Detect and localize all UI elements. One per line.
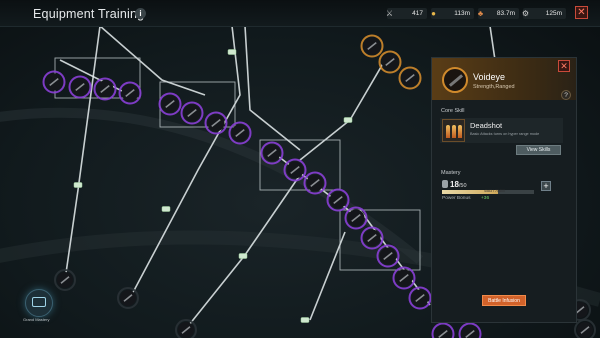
mastery-level-value: 18 [450, 180, 459, 189]
gold-icon: ● [431, 9, 436, 18]
resource-weapons-value: 417 [412, 10, 423, 17]
tree-path [244, 25, 301, 151]
resource-food-value: 83.7m [496, 10, 515, 17]
food-icon: ♣ [477, 9, 484, 18]
skill-name: Deadshot [470, 121, 503, 130]
gear-icon: ⚙ [521, 9, 530, 18]
info-icon[interactable]: i [135, 8, 146, 19]
connector-marker [161, 206, 171, 212]
view-skills-button[interactable]: View Skills [516, 145, 561, 155]
tree-path [299, 54, 389, 161]
mastery-progress-text: 4583 / 75400 [484, 189, 505, 193]
tree-path [184, 174, 301, 331]
grand-mastery-label: Grand Mastery [23, 317, 50, 322]
resource-gear-value: 125m [545, 10, 562, 17]
core-skill-label: Core Skill [441, 108, 465, 114]
battle-infusion-button[interactable]: Battle Infusion [482, 295, 526, 306]
skill-description: Basic Attacks turns on hyper range mode [470, 132, 540, 136]
resource-gold: ● 113m [431, 8, 474, 19]
help-icon[interactable]: ? [561, 90, 571, 100]
connector-marker [300, 317, 310, 323]
tree-path [99, 25, 206, 96]
resource-gear: ⚙ 125m [521, 8, 566, 19]
connector-marker [227, 49, 237, 55]
mastery-icon [442, 180, 448, 188]
resource-food: ♣ 83.7m [478, 8, 519, 19]
top-bar: Equipment Training i ⚔ 417 ● 113m ♣ 83.7… [0, 0, 600, 27]
training-map: Equipment Training i ⚔ 417 ● 113m ♣ 83.7… [0, 0, 600, 338]
weapon-name: Voideye [473, 72, 506, 82]
add-mastery-button[interactable]: + [541, 181, 551, 191]
weapon-header: Voideye Strength,Ranged ✕ ? [432, 58, 576, 100]
mastery-level: 18/50 [450, 180, 467, 189]
resource-weapons: ⚔ 417 [385, 8, 427, 19]
power-bonus-label: Power Bonus [442, 196, 471, 201]
panel-close-icon[interactable]: ✕ [558, 60, 570, 72]
page-title: Equipment Training [33, 7, 145, 21]
grand-mastery-button[interactable] [25, 289, 53, 317]
weapon-icon: ⚔ [385, 9, 394, 18]
close-icon[interactable]: ✕ [575, 6, 588, 19]
resource-gold-value: 113m [454, 10, 470, 17]
weapon-node [434, 325, 452, 338]
mastery-label: Mastery [441, 170, 461, 176]
power-bonus-value: +36 [481, 196, 490, 201]
connector-marker [343, 117, 353, 123]
connector-marker [73, 182, 83, 188]
connector-marker [238, 253, 248, 259]
weapon-node [461, 325, 479, 338]
tree-path [489, 25, 496, 61]
weapon-portrait [442, 67, 468, 93]
weapon-detail-panel: Voideye Strength,Ranged ✕ ? Core Skill D… [431, 57, 577, 323]
weapon-type: Strength,Ranged [473, 84, 515, 90]
bullets-icon [442, 119, 465, 142]
core-skill-card: Deadshot Basic Attacks turns on hyper ra… [440, 118, 563, 143]
mastery-max: /50 [458, 183, 467, 189]
